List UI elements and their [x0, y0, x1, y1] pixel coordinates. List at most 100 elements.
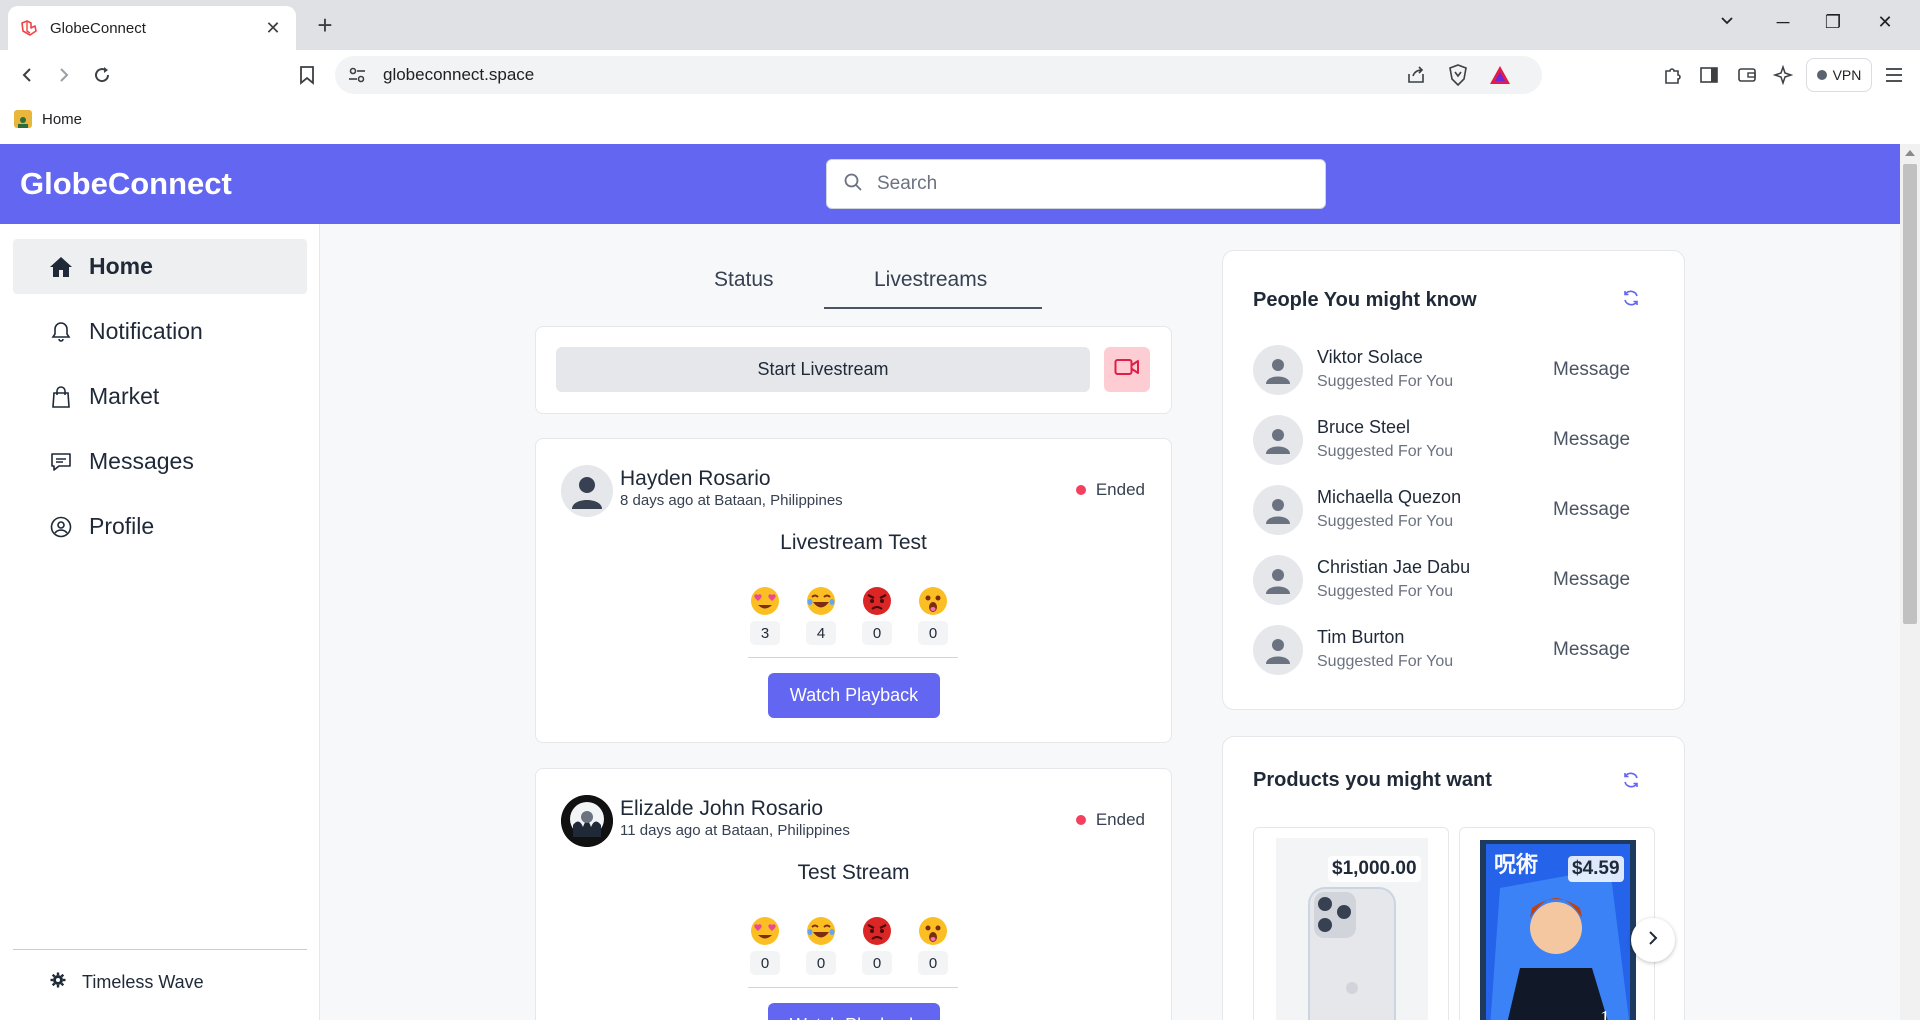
reaction-count: 0	[862, 951, 892, 975]
avatar	[1253, 415, 1303, 465]
post-author-name[interactable]: Hayden Rosario	[620, 467, 771, 491]
reaction-wow[interactable]: 0	[917, 585, 949, 645]
restore-window-button[interactable]: ❐	[1818, 12, 1848, 33]
reaction-haha[interactable]: 4	[805, 585, 837, 645]
watch-playback-button[interactable]: Watch Playback	[768, 1003, 940, 1020]
sidebar-item-notification[interactable]: Notification	[13, 304, 307, 359]
refresh-icon[interactable]	[1620, 769, 1642, 791]
extensions-puzzle-icon[interactable]	[1660, 63, 1684, 87]
new-tab-button[interactable]: +	[312, 12, 338, 38]
people-panel-title: People You might know	[1253, 289, 1477, 311]
message-button[interactable]: Message	[1553, 639, 1630, 661]
share-icon[interactable]	[1404, 63, 1428, 87]
browser-tabstrip: GlobeConnect ✕ + ─ ❐ ✕	[0, 0, 1920, 50]
person-subtitle: Suggested For You	[1317, 653, 1454, 670]
vpn-label: VPN	[1832, 67, 1862, 83]
brave-rewards-icon[interactable]	[1488, 63, 1512, 87]
close-tab-icon[interactable]: ✕	[262, 18, 284, 39]
sidebar-toggle-icon[interactable]	[1697, 63, 1721, 87]
search-input[interactable]	[877, 173, 1297, 195]
home-icon	[49, 255, 73, 279]
sidebar-item-market[interactable]: Market	[13, 369, 307, 424]
start-livestream-button[interactable]: Start Livestream	[556, 347, 1090, 392]
reload-icon[interactable]	[89, 62, 115, 88]
message-button[interactable]: Message	[1553, 429, 1630, 451]
message-button[interactable]: Message	[1553, 499, 1630, 521]
tab-livestreams[interactable]: Livestreams	[874, 268, 987, 292]
suggested-person[interactable]: Bruce Steel Suggested For You Message	[1253, 415, 1653, 467]
suggested-person[interactable]: Michaella Quezon Suggested For You Messa…	[1253, 485, 1653, 537]
video-camera-icon	[1114, 358, 1140, 381]
watch-playback-button[interactable]: Watch Playback	[768, 673, 940, 718]
close-window-button[interactable]: ✕	[1870, 12, 1900, 33]
product-card[interactable]: $1,000.00	[1253, 827, 1449, 1020]
menu-hamburger-icon[interactable]	[1882, 63, 1906, 87]
avatar	[1253, 555, 1303, 605]
person-name[interactable]: Tim Burton	[1317, 627, 1404, 648]
tab-status[interactable]: Status	[714, 268, 774, 292]
page-scrollbar[interactable]	[1900, 144, 1920, 1020]
site-settings-icon[interactable]	[347, 65, 367, 85]
video-camera-button[interactable]	[1104, 347, 1150, 392]
search-box[interactable]	[826, 159, 1326, 209]
person-name[interactable]: Viktor Solace	[1317, 347, 1423, 368]
reaction-angry[interactable]: 0	[861, 915, 893, 975]
suggested-person[interactable]: Tim Burton Suggested For You Message	[1253, 625, 1653, 677]
scroll-thumb[interactable]	[1903, 164, 1917, 624]
browser-tab[interactable]: GlobeConnect ✕	[8, 6, 296, 50]
back-arrow-icon[interactable]	[14, 62, 40, 88]
person-name[interactable]: Bruce Steel	[1317, 417, 1410, 438]
brave-shield-icon[interactable]	[1446, 63, 1470, 87]
avatar[interactable]	[561, 465, 613, 517]
livestream-post: Hayden Rosario 8 days ago at Bataan, Phi…	[535, 438, 1172, 743]
post-meta: 11 days ago at Bataan, Philippines	[620, 822, 850, 839]
settings-link[interactable]: Timeless Wave	[50, 972, 204, 993]
person-subtitle: Suggested For You	[1317, 583, 1454, 600]
sidebar-item-home[interactable]: Home	[13, 239, 307, 294]
person-name[interactable]: Michaella Quezon	[1317, 487, 1461, 508]
minimize-window-button[interactable]: ─	[1768, 12, 1798, 33]
sidebar-item-profile[interactable]: Profile	[13, 499, 307, 554]
active-tab-indicator	[824, 307, 1042, 309]
person-name[interactable]: Christian Jae Dabu	[1317, 557, 1470, 578]
vpn-button[interactable]: VPN	[1806, 58, 1872, 92]
scroll-up-arrow-icon[interactable]	[1905, 150, 1915, 156]
brand-logo[interactable]: GlobeConnect	[20, 166, 232, 202]
tab-search-chevron-icon[interactable]	[1712, 12, 1742, 33]
post-author-name[interactable]: Elizalde John Rosario	[620, 797, 823, 821]
person-subtitle: Suggested For You	[1317, 373, 1454, 390]
refresh-icon[interactable]	[1620, 287, 1642, 309]
reaction-love[interactable]: 3	[749, 585, 781, 645]
status-badge: Ended	[1075, 810, 1145, 830]
url-text[interactable]: globeconnect.space	[383, 65, 1404, 85]
address-bar[interactable]: globeconnect.space	[335, 56, 1542, 94]
surprised-emoji-icon	[919, 917, 947, 945]
reaction-haha[interactable]: 0	[805, 915, 837, 975]
bookmark-home[interactable]: Home	[14, 110, 82, 128]
message-button[interactable]: Message	[1553, 359, 1630, 381]
message-button[interactable]: Message	[1553, 569, 1630, 591]
gear-icon	[50, 972, 66, 993]
carousel-next-button[interactable]	[1631, 918, 1675, 962]
reaction-count: 3	[750, 621, 780, 645]
product-card[interactable]: 呪術 1 $4.59	[1459, 827, 1655, 1020]
reaction-angry[interactable]: 0	[861, 585, 893, 645]
products-you-might-want-panel: Products you might want $1,000.00 呪術 1 $…	[1222, 736, 1685, 1020]
reaction-count: 4	[806, 621, 836, 645]
bookmark-folder-icon	[14, 110, 32, 128]
bookmark-label: Home	[42, 110, 83, 128]
sidebar-item-label: Messages	[89, 448, 194, 474]
livestream-post: Elizalde John Rosario 11 days ago at Bat…	[535, 768, 1172, 1020]
reaction-wow[interactable]: 0	[917, 915, 949, 975]
bookmark-icon[interactable]	[294, 62, 320, 88]
sidebar-item-label: Profile	[89, 513, 155, 539]
wallet-icon[interactable]	[1735, 63, 1759, 87]
forward-arrow-icon[interactable]	[51, 62, 77, 88]
leo-ai-icon[interactable]	[1771, 63, 1795, 87]
sidebar-item-messages[interactable]: Messages	[13, 434, 307, 489]
reaction-love[interactable]: 0	[749, 915, 781, 975]
avatar[interactable]	[561, 795, 613, 847]
suggested-person[interactable]: Viktor Solace Suggested For You Message	[1253, 345, 1653, 397]
suggested-person[interactable]: Christian Jae Dabu Suggested For You Mes…	[1253, 555, 1653, 607]
browser-tab-title: GlobeConnect	[50, 19, 146, 37]
